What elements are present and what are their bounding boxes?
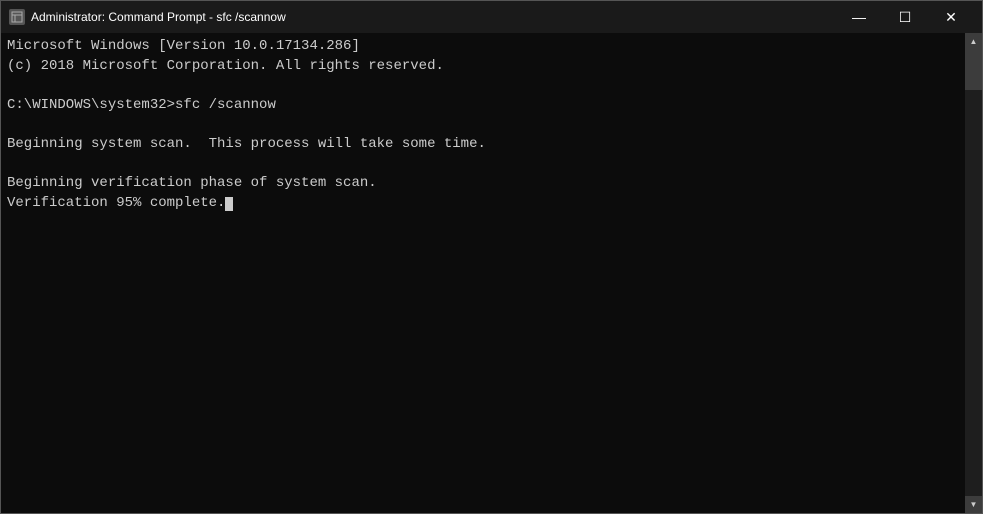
terminal-output[interactable]: Microsoft Windows [Version 10.0.17134.28… <box>1 33 965 513</box>
terminal-line <box>7 155 959 175</box>
title-bar: Administrator: Command Prompt - sfc /sca… <box>1 1 982 33</box>
terminal-line: Verification 95% complete. <box>7 194 959 214</box>
terminal-line: Beginning verification phase of system s… <box>7 174 959 194</box>
terminal-line: Microsoft Windows [Version 10.0.17134.28… <box>7 37 959 57</box>
scrollbar-track[interactable] <box>965 50 982 496</box>
scrollbar-thumb[interactable] <box>965 50 982 90</box>
terminal-line <box>7 76 959 96</box>
terminal-line: (c) 2018 Microsoft Corporation. All righ… <box>7 57 959 77</box>
minimize-button[interactable]: — <box>836 1 882 33</box>
scroll-up-button[interactable]: ▲ <box>965 33 982 50</box>
terminal-line <box>7 115 959 135</box>
window-title: Administrator: Command Prompt - sfc /sca… <box>31 10 836 24</box>
close-button[interactable]: ✕ <box>928 1 974 33</box>
scroll-down-button[interactable]: ▼ <box>965 496 982 513</box>
window-controls: — ☐ ✕ <box>836 1 974 33</box>
cmd-window: Administrator: Command Prompt - sfc /sca… <box>0 0 983 514</box>
maximize-button[interactable]: ☐ <box>882 1 928 33</box>
scrollbar[interactable]: ▲ ▼ <box>965 33 982 513</box>
terminal-line: C:\WINDOWS\system32>sfc /scannow <box>7 96 959 116</box>
window-body: Microsoft Windows [Version 10.0.17134.28… <box>1 33 982 513</box>
terminal-line: Beginning system scan. This process will… <box>7 135 959 155</box>
window-icon <box>9 9 25 25</box>
cursor <box>225 197 233 211</box>
